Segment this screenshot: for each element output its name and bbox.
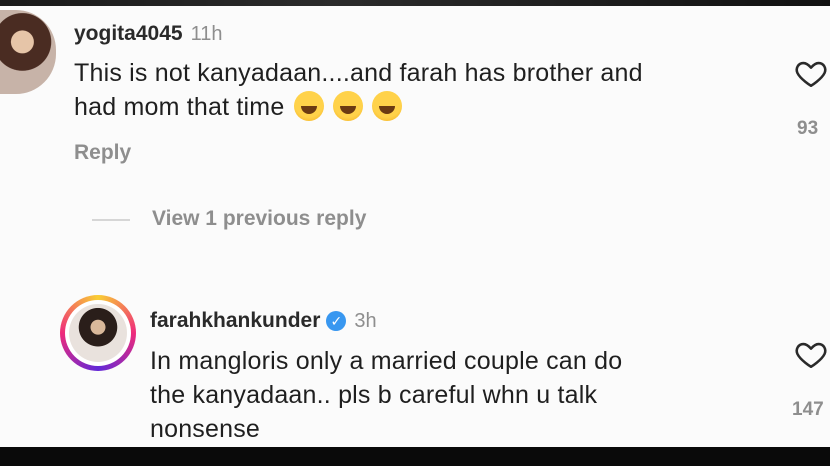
- comment-1-heart-icon[interactable]: [794, 56, 828, 90]
- comment-2-username-row: farahkhankunder ✓ 3h: [150, 309, 377, 333]
- comment-2-line-3: nonsense: [150, 415, 261, 443]
- comment-2-username[interactable]: farahkhankunder: [150, 309, 320, 332]
- comment-2-timestamp: 3h: [354, 310, 377, 332]
- laughing-emoji-icon: [293, 91, 324, 121]
- avatar-farahkhankunder[interactable]: [69, 304, 127, 362]
- comment-1-username-row: yogita4045 11h: [74, 22, 222, 46]
- view-previous-reply-button[interactable]: View 1 previous reply: [152, 207, 366, 231]
- bottom-black-bar: [0, 447, 830, 466]
- comment-1-text: This is not kanyadaan....and farah has b…: [74, 56, 643, 124]
- comment-2-text: In mangloris only a married couple can d…: [150, 344, 622, 446]
- comment-1-line-2: had mom that time: [74, 93, 285, 121]
- comment-1-reply-button[interactable]: Reply: [74, 141, 131, 165]
- comment-1-username[interactable]: yogita4045: [74, 22, 183, 45]
- verified-badge-icon: ✓: [326, 311, 347, 331]
- laughing-emoji-icon: [371, 91, 402, 121]
- comment-2-line-2: the kanyadaan.. pls b careful whn u talk: [150, 381, 598, 409]
- comment-1-line-1: This is not kanyadaan....and farah has b…: [74, 59, 643, 87]
- comment-2-line-1: In mangloris only a married couple can d…: [150, 347, 623, 375]
- comment-1-timestamp: 11h: [190, 23, 223, 45]
- laughing-emoji-icon: [332, 91, 363, 121]
- replies-divider-line: [92, 219, 130, 221]
- comment-2-like-count: 147: [792, 399, 824, 420]
- comment-1-like-count: 93: [797, 118, 819, 139]
- comment-1-line-2-row: had mom that time: [74, 90, 643, 124]
- comment-2-heart-icon[interactable]: [794, 337, 828, 371]
